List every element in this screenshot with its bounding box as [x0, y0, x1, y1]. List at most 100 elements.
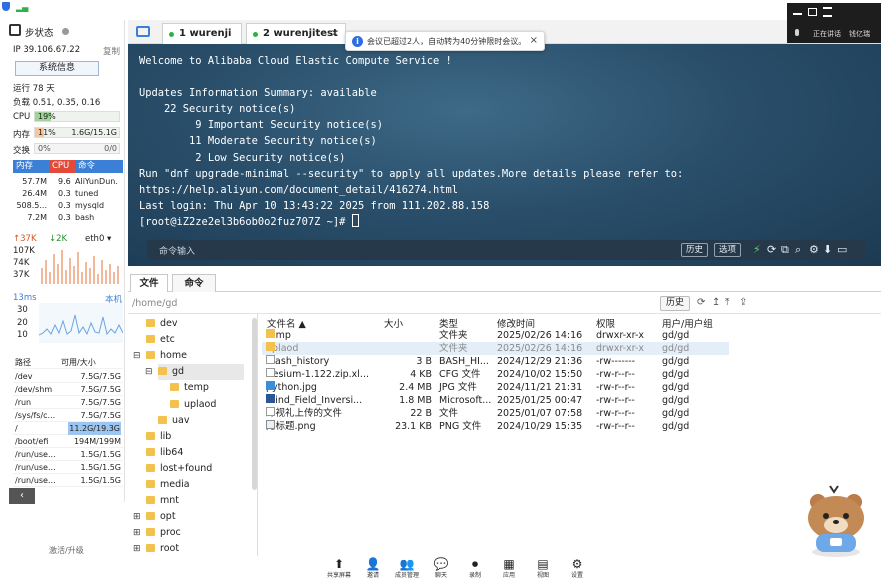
terminal-cursor — [351, 213, 359, 227]
tab-commands[interactable]: 命令 — [172, 274, 216, 292]
tree-item-temp[interactable]: temp — [170, 380, 209, 396]
chat-button[interactable]: 💬 聊天 — [428, 556, 454, 580]
process-row[interactable]: 57.7M 9.6 AliYunDun. — [13, 176, 123, 188]
file-row[interactable]: .bash_history 3 B BASH_HI... 2024/12/29 21:… — [262, 355, 729, 368]
file-name-cell: .bash_history — [266, 355, 329, 368]
file-row[interactable]: 无标题.png 23.1 KB PNG 文件 2024/10/29 15:35 -rw-… — [262, 420, 729, 433]
tree-item-gd[interactable]: ⊟ gd — [145, 364, 245, 381]
tree-item-dev[interactable]: dev — [146, 316, 178, 332]
tree-item-etc[interactable]: etc — [146, 332, 175, 348]
tab-wurenjitest[interactable]: 2 wurenjitest × — [246, 23, 346, 44]
col-header-name[interactable]: 文件名 ▲ — [267, 316, 306, 330]
file-row[interactable]: 邱视礼上传的文件 22 B 文件 2025/01/07 07:58 -rw-r--r--… — [262, 407, 729, 420]
shield-icon — [2, 2, 10, 11]
activate-upgrade-link[interactable]: 激活/升级 — [49, 545, 84, 556]
upload-icon[interactable]: ⤒ — [725, 297, 729, 308]
tree-item-mnt[interactable]: mnt — [146, 493, 179, 509]
tree-item-uav[interactable]: uav — [158, 413, 189, 429]
file-row[interactable]: temp 文件夹 2025/02/26 14:16 drwxr-xr-x gd/gd — [262, 329, 729, 342]
minimize-icon[interactable] — [793, 13, 802, 15]
window-icon[interactable] — [808, 8, 817, 16]
folder-icon — [146, 512, 155, 521]
file-name-cell: 邱视礼上传的文件 — [266, 407, 342, 420]
expand-icon[interactable]: ⊞ — [133, 541, 141, 557]
settings-button[interactable]: ⚙ 设置 — [564, 556, 590, 580]
layout-icon[interactable] — [823, 7, 832, 17]
process-row[interactable]: 7.2M 0.3 bash — [13, 212, 123, 224]
tree-item-root[interactable]: ⊞ root — [133, 541, 179, 557]
path-history-button[interactable]: 历史 — [660, 296, 690, 311]
tab-wurenji[interactable]: 1 wurenji — [162, 23, 242, 44]
collapse-icon[interactable]: ⊟ — [145, 364, 153, 380]
share-screen-button[interactable]: ⬆ 共享屏幕 — [326, 556, 352, 580]
members-icon: 👥 — [399, 557, 415, 571]
options-button[interactable]: 选项 — [714, 243, 742, 257]
close-toast-icon[interactable]: × — [530, 35, 538, 46]
expand-icon[interactable]: ⊞ — [133, 509, 141, 525]
tree-item-label: temp — [184, 382, 209, 394]
record-icon: ⏺ — [471, 557, 478, 571]
invite-button[interactable]: 👤 邀请 — [360, 556, 386, 580]
sysinfo-button[interactable]: 系统信息 — [15, 61, 99, 76]
apps-button[interactable]: ▦ 应用 — [496, 556, 522, 580]
process-cmd: tuned — [75, 189, 99, 198]
meeting-speaker-widget[interactable]: 正在讲话 钱亿瑞 — [787, 3, 881, 43]
tree-item-opt[interactable]: ⊞ opt — [133, 509, 176, 525]
col-header-type[interactable]: 类型 — [439, 316, 458, 330]
close-tab-icon[interactable]: × — [331, 24, 339, 44]
gear-icon[interactable]: ⚙ — [809, 242, 819, 258]
copy-ip-link[interactable]: 复制 — [103, 45, 120, 57]
col-header-owner[interactable]: 用户/用户组 — [662, 316, 713, 330]
history-button[interactable]: 历史 — [681, 243, 709, 257]
folder-open-icon[interactable] — [136, 26, 150, 37]
proc-header-mem[interactable]: 内存 — [13, 160, 49, 173]
tree-scrollbar[interactable] — [252, 318, 257, 490]
proc-header-cmd[interactable]: 命令 — [75, 160, 123, 173]
file-row[interactable]: uplaod 文件夹 2025/02/26 14:16 drwxr-xr-x gd/gd — [262, 342, 729, 355]
upload-file-icon[interactable]: ⇪ — [739, 297, 747, 308]
file-row[interactable]: Wind_Field_Inversi... 1.8 MB Microsoft... 2… — [262, 394, 729, 407]
members-button[interactable]: 👥 成员管理 — [394, 556, 420, 580]
download-icon[interactable]: ⬇ — [823, 242, 832, 258]
expand-icon[interactable]: ⊞ — [133, 525, 141, 541]
sync-icon[interactable]: ⟳ — [767, 242, 776, 258]
tree-item-lib[interactable]: lib — [146, 429, 171, 445]
tree-item-uplaod[interactable]: uplaod — [170, 397, 216, 413]
command-input-bar[interactable]: 命令输入 历史 选项 ⚡ ⟳ ⧉ ⌕ ⚙ ⬇ ▭ — [147, 240, 865, 260]
terminal-panel[interactable]: Welcome to Alibaba Cloud Elastic Compute… — [128, 44, 881, 266]
up-dir-icon[interactable]: ↥ — [712, 297, 720, 308]
invite-icon: 👤 — [365, 557, 381, 571]
maximize-icon[interactable]: ▭ — [837, 242, 847, 258]
proc-header-cpu[interactable]: CPU — [49, 160, 75, 173]
tree-item-media[interactable]: media — [146, 477, 190, 493]
file-type: PNG 文件 — [439, 421, 482, 432]
copy-icon[interactable]: ⧉ — [781, 242, 789, 258]
terminal-line: 9 Important Security notice(s) — [139, 119, 383, 132]
terminal-prompt-line[interactable]: [root@iZ2ze2el3b6ob0o2fuz707Z ~]# — [139, 213, 683, 230]
tree-item-home[interactable]: ⊟ home — [133, 348, 187, 364]
process-mem: 508.5... — [16, 201, 47, 210]
record-button[interactable]: ⏺ 录制 — [462, 556, 488, 580]
tree-item-proc[interactable]: ⊞ proc — [133, 525, 181, 541]
cpu-meter: 19% — [34, 111, 120, 122]
col-header-size[interactable]: 大小 — [384, 316, 403, 330]
path-input[interactable]: /home/gd — [132, 298, 177, 309]
tree-item-lost-found[interactable]: lost+found — [146, 461, 212, 477]
collapse-icon[interactable]: ⊟ — [133, 348, 141, 364]
refresh-icon[interactable]: ⟳ — [697, 297, 705, 308]
view-button[interactable]: ▤ 视图 — [530, 556, 556, 580]
sidebar-toggle-icon[interactable] — [9, 24, 21, 36]
tab-files[interactable]: 文件 — [130, 274, 168, 292]
file-row[interactable]: Cesium-1.122.zip.xl... 4 KB CFG 文件 2024/10/… — [262, 368, 729, 381]
col-header-mtime[interactable]: 修改时间 — [497, 316, 535, 330]
collapse-sidebar-button[interactable]: ‹ — [9, 488, 35, 504]
lightning-icon[interactable]: ⚡ — [753, 242, 761, 258]
file-row[interactable]: python.jpg 2.4 MB JPG 文件 2024/11/21 21:31 -r… — [262, 381, 729, 394]
col-header-perm[interactable]: 权限 — [596, 316, 615, 330]
process-row[interactable]: 508.5... 0.3 mysqld — [13, 200, 123, 212]
process-row[interactable]: 26.4M 0.3 tuned — [13, 188, 123, 200]
speaker-left-label: 正在讲话 — [813, 30, 841, 38]
search-icon[interactable]: ⌕ — [795, 242, 801, 258]
file-icon — [266, 368, 275, 377]
tree-item-lib64[interactable]: lib64 — [146, 445, 183, 461]
